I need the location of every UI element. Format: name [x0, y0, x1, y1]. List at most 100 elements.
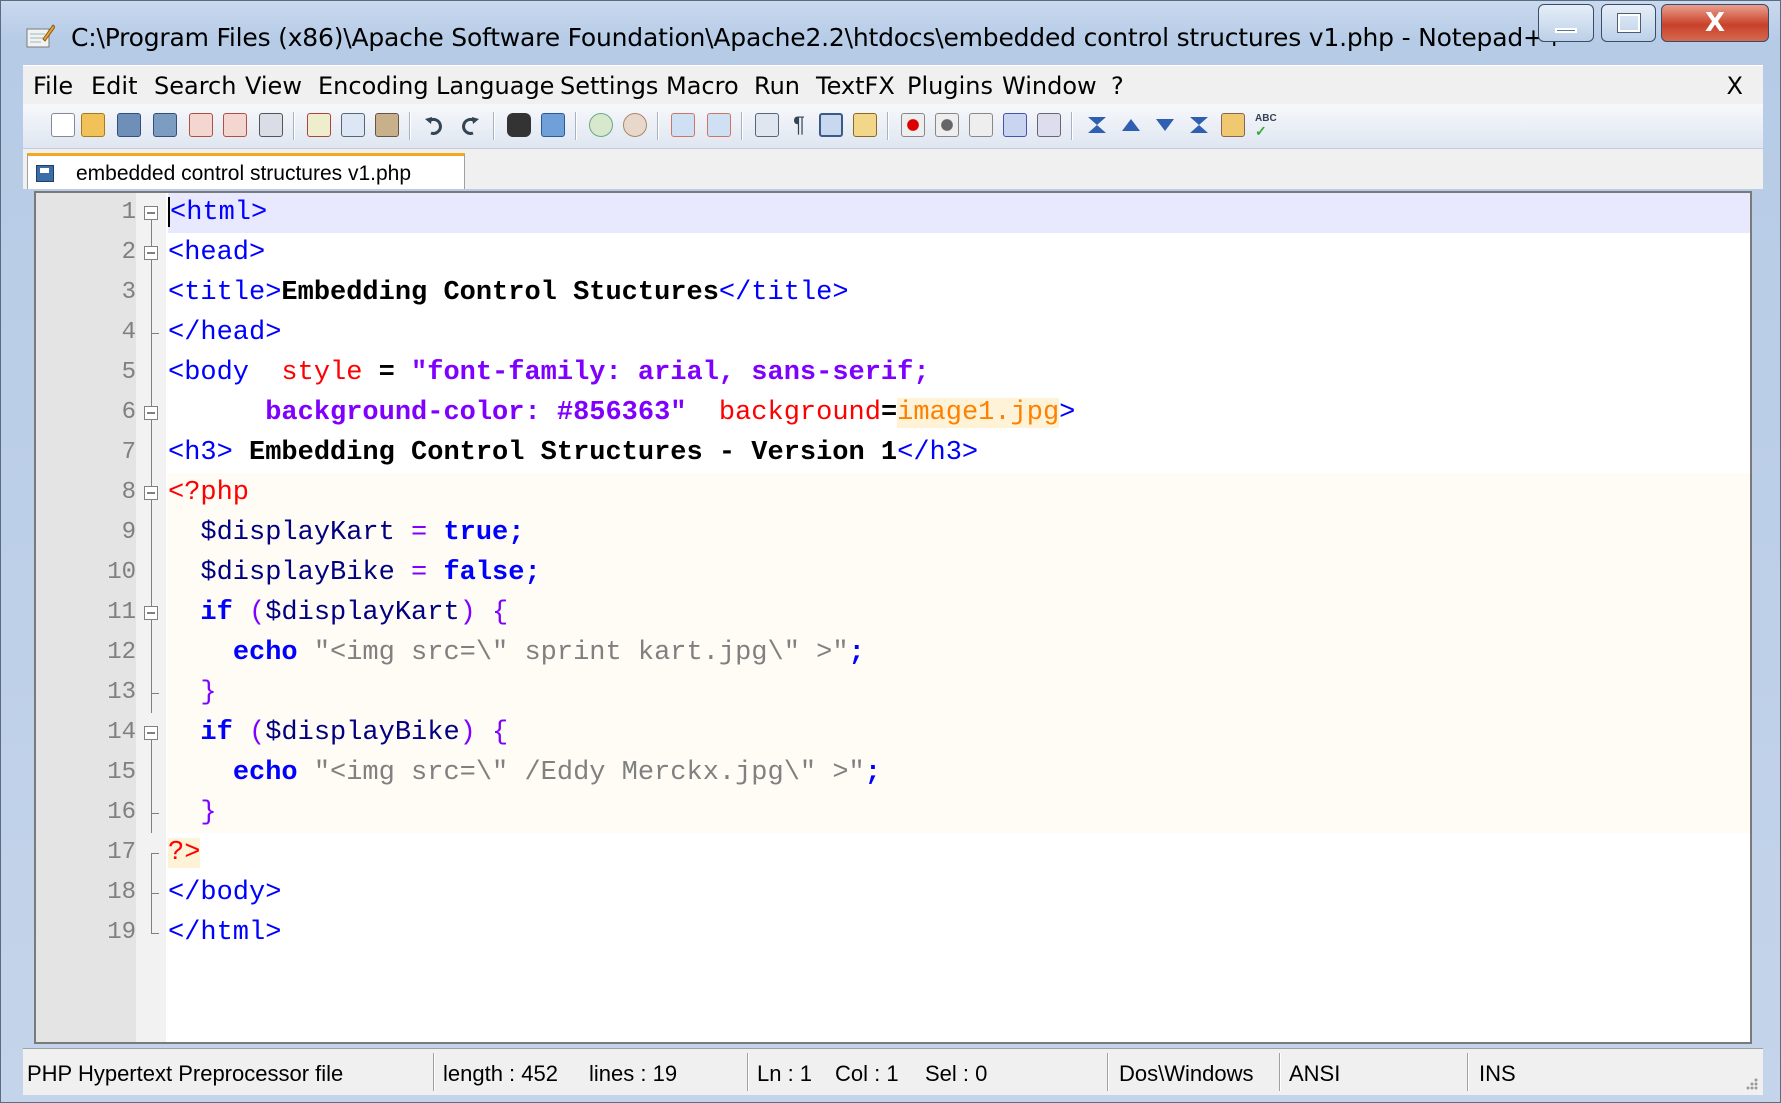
- title-bar[interactable]: C:\Program Files (x86)\Apache Software F…: [1, 1, 1780, 63]
- code-line-16[interactable]: }: [168, 793, 1750, 833]
- menu-file[interactable]: File: [33, 72, 73, 100]
- code-line-14[interactable]: if ($displayBike) {: [168, 713, 1750, 753]
- print-icon[interactable]: [259, 113, 283, 137]
- open-file-icon[interactable]: [81, 113, 105, 137]
- line-number: 13: [107, 679, 136, 706]
- code-line-6[interactable]: background-color: #856363" background=im…: [168, 393, 1750, 433]
- word-wrap-icon[interactable]: [755, 113, 779, 137]
- stop-macro-icon[interactable]: [935, 113, 959, 137]
- menu-settings[interactable]: Settings: [560, 72, 658, 100]
- menu-window[interactable]: Window: [1002, 72, 1097, 100]
- fold-toggle-icon[interactable]: [144, 246, 158, 260]
- record-macro-icon[interactable]: [901, 113, 925, 137]
- maximize-icon: [1616, 13, 1641, 33]
- undo-icon[interactable]: [423, 113, 447, 137]
- close-all-icon[interactable]: [223, 113, 247, 137]
- menu-macro[interactable]: Macro: [666, 72, 739, 100]
- fold-line: [151, 220, 152, 246]
- close-window-button[interactable]: X: [1661, 4, 1769, 42]
- up-icon[interactable]: [1119, 113, 1143, 137]
- brace: ) {: [459, 598, 509, 628]
- line-number: 7: [121, 439, 136, 466]
- code-line-12[interactable]: echo "<img src=\" sprint kart.jpg\" >";: [168, 633, 1750, 673]
- menu-language[interactable]: Language: [436, 72, 554, 100]
- fold-toggle-icon[interactable]: [144, 486, 158, 500]
- close-document-button[interactable]: X: [1727, 72, 1743, 100]
- maximize-button[interactable]: [1601, 4, 1656, 42]
- menu-plugins[interactable]: Plugins: [907, 72, 993, 100]
- new-file-icon[interactable]: [51, 113, 75, 137]
- sync-vertical-icon[interactable]: [671, 113, 695, 137]
- fold-toggle-icon[interactable]: [144, 406, 158, 420]
- keyword: echo: [232, 758, 298, 788]
- code-line-2[interactable]: <head>: [168, 233, 1750, 273]
- tab-embedded-control-structures[interactable]: embedded control structures v1.php: [27, 153, 465, 189]
- down-icon[interactable]: [1153, 113, 1177, 137]
- menu-textfx[interactable]: TextFX: [816, 72, 895, 100]
- status-divider: [433, 1053, 435, 1091]
- sync-horizontal-icon[interactable]: [707, 113, 731, 137]
- code-line-4[interactable]: </head>: [168, 313, 1750, 353]
- redo-icon[interactable]: [457, 113, 481, 137]
- fold-line: [151, 333, 152, 406]
- cut-icon[interactable]: [307, 113, 331, 137]
- menu-run[interactable]: Run: [754, 72, 800, 100]
- indent-guide-icon[interactable]: [819, 113, 843, 137]
- fold-toggle-icon[interactable]: [144, 206, 158, 220]
- replace-icon[interactable]: [541, 113, 565, 137]
- save-icon[interactable]: [117, 113, 141, 137]
- spellcheck-icon[interactable]: ABC ✓: [1255, 113, 1279, 138]
- code-line-8[interactable]: <?php: [168, 473, 1750, 513]
- code-line-3[interactable]: <title>Embedding Control Stuctures</titl…: [168, 273, 1750, 313]
- save-macro-icon[interactable]: [1037, 113, 1061, 137]
- line-number: 1: [121, 199, 136, 226]
- minimize-button[interactable]: [1538, 4, 1594, 42]
- fold-toggle-icon[interactable]: [144, 726, 158, 740]
- keyword: false: [443, 558, 525, 588]
- code-line-11[interactable]: if ($displayKart) {: [168, 593, 1750, 633]
- code-line-1[interactable]: <html>: [168, 193, 1750, 233]
- code-line-10[interactable]: $displayBike = false;: [168, 553, 1750, 593]
- code-line-5[interactable]: <body style = "font-family: arial, sans-…: [168, 353, 1750, 393]
- menu-encoding[interactable]: Encoding: [318, 72, 429, 100]
- line-number: 19: [107, 919, 136, 946]
- user-lang-icon[interactable]: [853, 113, 877, 137]
- copy-icon[interactable]: [341, 113, 365, 137]
- menu-view[interactable]: View: [245, 72, 302, 100]
- code-line-18[interactable]: </body>: [168, 873, 1750, 913]
- resize-grip-icon[interactable]: [1743, 1075, 1759, 1091]
- run-macro-multiple-icon[interactable]: [1003, 113, 1027, 137]
- collapse-icon[interactable]: [1085, 113, 1109, 137]
- paste-icon[interactable]: [375, 113, 399, 137]
- expand-icon[interactable]: [1187, 113, 1211, 137]
- save-all-icon[interactable]: [153, 113, 177, 137]
- fold-line: [151, 740, 152, 833]
- code-line-19[interactable]: </html>: [168, 913, 1750, 953]
- variable: $displayBike: [168, 558, 395, 588]
- toolbar-separator: [1071, 112, 1073, 140]
- zoom-out-icon[interactable]: [623, 113, 647, 137]
- menu-search[interactable]: Search: [154, 72, 236, 100]
- zoom-in-icon[interactable]: [589, 113, 613, 137]
- find-icon[interactable]: [507, 113, 531, 137]
- brace: }: [168, 798, 217, 828]
- menu-help[interactable]: ?: [1111, 72, 1124, 100]
- fold-toggle-icon[interactable]: [144, 606, 158, 620]
- code-line-17[interactable]: ?>: [168, 833, 1750, 873]
- code-line-9[interactable]: $displayKart = true;: [168, 513, 1750, 553]
- close-icon: X: [1704, 8, 1726, 38]
- clipboard-icon[interactable]: [1221, 113, 1245, 137]
- menu-edit[interactable]: Edit: [91, 72, 137, 100]
- status-encoding: ANSI: [1289, 1061, 1341, 1086]
- code-line-15[interactable]: echo "<img src=\" /Eddy Merckx.jpg\" >";: [168, 753, 1750, 793]
- code-line-13[interactable]: }: [168, 673, 1750, 713]
- code-line-7[interactable]: <h3> Embedding Control Structures - Vers…: [168, 433, 1750, 473]
- show-all-chars-icon[interactable]: ¶: [787, 113, 811, 137]
- play-macro-icon[interactable]: [969, 113, 993, 137]
- code-editor[interactable]: 1 2 3 4 5 6 7 8 9 10 11 12 13 14 15 16 1…: [34, 191, 1752, 1044]
- close-icon[interactable]: [189, 113, 213, 137]
- status-divider: [1107, 1053, 1109, 1091]
- brace: }: [168, 678, 217, 708]
